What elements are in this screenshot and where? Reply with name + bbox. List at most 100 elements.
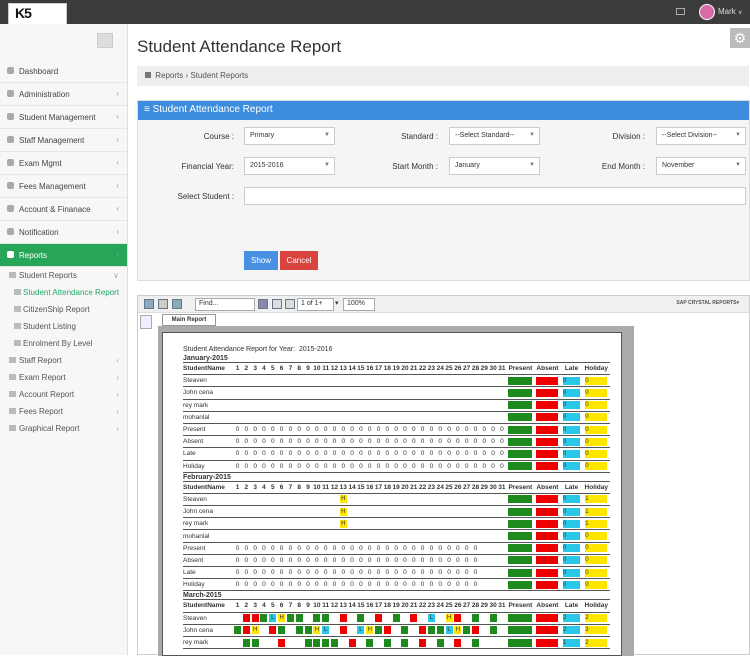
binoculars-icon[interactable] — [258, 299, 268, 309]
sidebar-subitem-exam-report[interactable]: Exam Report ‹ — [0, 369, 127, 386]
table-row: Late 0 0 0 0 0 0 0 0 0 0 0 0 0 0 0 0 0 0 0 0 0 0 0 0 0 0 0 0 0 0 — [183, 566, 610, 580]
dashboard-icon — [7, 67, 14, 74]
breadcrumb: Reports › Student Reports — [137, 66, 749, 86]
sidebar-subitem-citizenship-report[interactable]: CitizenShip Report — [0, 301, 127, 318]
chevron-left-icon: ‹ — [116, 135, 119, 144]
sidebar-item-fees-management[interactable]: Fees Management ‹ — [0, 175, 127, 198]
sidebar-item-student-management[interactable]: Student Management ‹ — [0, 106, 127, 129]
end-month-label: End Month : — [601, 162, 645, 171]
sidebar-subitem-fees-report[interactable]: Fees Report ‹ — [0, 403, 127, 420]
division-label: Division : — [612, 132, 645, 141]
sidebar-subitem-label: Account Report — [19, 390, 75, 399]
sidebar-toggle-icon[interactable] — [97, 33, 113, 48]
sidebar-item-account-finanace[interactable]: Account & Finanace ‹ — [0, 198, 127, 221]
end-month-select[interactable]: November ▼ — [656, 157, 746, 175]
prev-page-icon[interactable] — [272, 299, 282, 309]
user-name[interactable]: Mark ∨ — [718, 7, 742, 16]
sap-brand[interactable]: SAP CRYSTAL REPORTS▾ — [676, 300, 739, 306]
group-tree-icon[interactable] — [140, 315, 152, 329]
sidebar-item-label: Reports — [19, 251, 48, 260]
sidebar: Dashboard Administration ‹ Student Manageme… — [0, 24, 128, 655]
course-select[interactable]: Primary ▼ — [244, 127, 335, 145]
fees-icon — [7, 182, 14, 189]
financial-year-select[interactable]: 2015-2016 ▼ — [244, 157, 335, 175]
chevron-left-icon: ‹ — [116, 89, 119, 98]
sidebar-item-label: Administration — [19, 90, 70, 99]
sidebar-subitem-staff-report[interactable]: Staff Report ‹ — [0, 352, 127, 369]
table-row: Steaven H 0 1 — [183, 493, 610, 507]
find-input[interactable]: Find... — [195, 298, 255, 311]
page-input[interactable]: 1 of 1+ — [297, 298, 334, 311]
report-icon — [9, 391, 16, 397]
sidebar-item-exam-mgmt[interactable]: Exam Mgmt ‹ — [0, 152, 127, 175]
table-row: John cena 0 0 — [183, 386, 610, 400]
month-title: February-2015 — [183, 473, 231, 481]
sidebar-item-staff-management[interactable]: Staff Management ‹ — [0, 129, 127, 152]
sidebar-subitem-student-attendance-report[interactable]: Student Attendance Report — [0, 284, 127, 301]
sidebar-item-reports[interactable]: Reports ‹ — [0, 244, 127, 267]
chevron-left-icon: ‹ — [116, 250, 119, 259]
sidebar-subitem-label: Student Listing — [23, 322, 76, 331]
print-icon[interactable] — [144, 299, 154, 309]
cancel-button[interactable]: Cancel — [280, 251, 318, 270]
report-icon — [9, 408, 16, 414]
staff-icon — [7, 136, 14, 143]
next-page-icon[interactable] — [285, 299, 295, 309]
chevron-icon: ‹ — [116, 407, 119, 416]
sidebar-item-notification[interactable]: Notification ‹ — [0, 221, 127, 244]
standard-select[interactable]: --Select Standard-- ▼ — [449, 127, 540, 145]
sidebar-subitem-student-listing[interactable]: Student Listing — [0, 318, 127, 335]
division-select[interactable]: --Select Division-- ▼ — [656, 127, 746, 145]
report-icon — [9, 374, 16, 380]
report-icon — [14, 289, 21, 295]
financial-year-label: Financial Year: — [181, 162, 234, 171]
sidebar-item-label: Notification — [19, 228, 59, 237]
student-input[interactable] — [244, 187, 746, 205]
zoom-select[interactable]: 100% — [343, 298, 375, 311]
account-icon — [7, 205, 14, 212]
table-row: Holiday 0 0 0 0 0 0 0 0 0 0 0 0 0 0 0 0 0 0 0 0 0 0 0 0 0 0 0 0 0 0 — [183, 578, 610, 592]
sidebar-subitem-graphical-report[interactable]: Graphical Report ‹ — [0, 420, 127, 437]
exam-icon — [7, 159, 14, 166]
sidebar-subitem-label: Student Reports — [19, 271, 77, 280]
months-container: January-2015 StudentName 1 2 3 4 5 6 7 8 9 10 11 12 13… — [183, 355, 610, 650]
table-row: rey mark 0 0 — [183, 399, 610, 412]
sidebar-subitem-label: Enrolment By Level — [23, 339, 93, 348]
start-month-label: Start Month : — [392, 162, 438, 171]
gear-icon[interactable]: ⚙ — [730, 28, 750, 48]
sidebar-menu: Dashboard Administration ‹ Student Manageme… — [0, 60, 127, 437]
table-row: rey mark 1 2 — [183, 636, 610, 650]
report-icon — [9, 272, 16, 278]
attendance-table: StudentName 1 2 3 4 5 6 7 8 9 10 11 12 13 14 15 16 17 18 19… — [183, 480, 610, 592]
show-button[interactable]: Show — [244, 251, 278, 270]
sidebar-item-label: Account & Finanace — [19, 205, 91, 214]
table-row: Absent 0 0 0 0 0 0 0 0 0 0 0 0 0 0 0 0 0 0 0 0 0 0 0 0 0 0 0 0 0 0 — [183, 554, 610, 568]
up-icon[interactable] — [158, 299, 168, 309]
sidebar-subitem-student-reports[interactable]: Student Reports ∨ — [0, 267, 127, 284]
chevron-icon: ‹ — [116, 390, 119, 399]
breadcrumb-text[interactable]: Reports › Student Reports — [155, 71, 248, 80]
sidebar-subitem-enrolment-by-level[interactable]: Enrolment By Level — [0, 335, 127, 352]
bell-icon — [7, 228, 14, 235]
admin-icon — [7, 90, 14, 97]
zoom-dropdown-icon[interactable]: ▾ — [335, 299, 339, 307]
filter-panel: ≡ Student Attendance Report Course : Pri… — [137, 100, 750, 281]
export-icon[interactable] — [172, 299, 182, 309]
sidebar-subitem-label: Student Attendance Report — [23, 288, 120, 297]
table-row: Holiday 0 0 0 0 0 0 0 0 0 0 0 0 0 0 0 0 0 0 0 0 0 0 0 0 0 0 0 0 0 0 0 0 0 — [183, 460, 610, 473]
table-row: Steaven 0 0 — [183, 374, 610, 388]
chevron-icon: ‹ — [116, 373, 119, 382]
top-bar: K5 Custom Business Solution Provider Mar… — [0, 0, 750, 31]
start-month-select[interactable]: January ▼ — [449, 157, 540, 175]
student-icon — [7, 113, 14, 120]
report-icon — [9, 425, 16, 431]
sidebar-subitem-account-report[interactable]: Account Report ‹ — [0, 386, 127, 403]
sidebar-item-dashboard[interactable]: Dashboard — [0, 60, 127, 83]
sidebar-item-administration[interactable]: Administration ‹ — [0, 83, 127, 106]
tab-main-report[interactable]: Main Report — [162, 314, 216, 326]
mail-icon[interactable] — [676, 8, 685, 15]
table-row: rey mark H 0 1 — [183, 517, 610, 531]
chevron-left-icon: ‹ — [116, 204, 119, 213]
avatar[interactable] — [699, 4, 715, 20]
sidebar-item-label: Student Management — [19, 113, 96, 122]
